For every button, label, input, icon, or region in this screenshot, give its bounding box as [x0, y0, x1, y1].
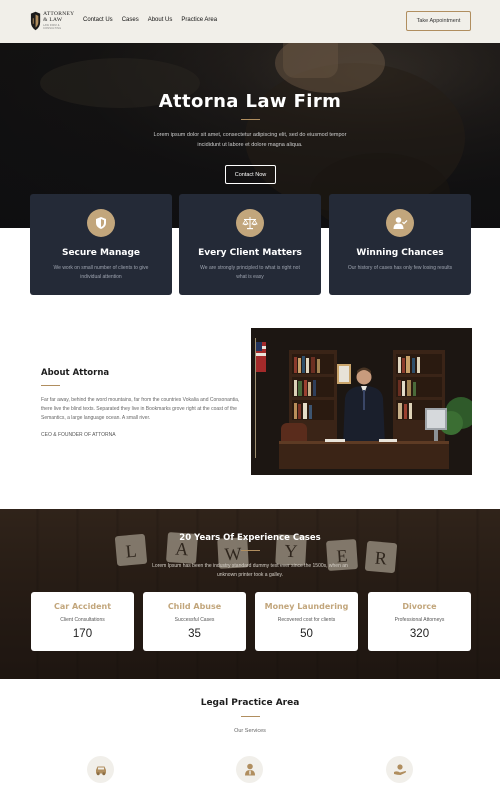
feature-title: Winning Chances: [356, 248, 444, 258]
main-nav: Contact Us Cases About Us Practice Area: [83, 17, 217, 23]
stats-description: Lorem Ipsum has been the industry standa…: [152, 563, 348, 578]
car-accident-icon[interactable]: [87, 756, 114, 783]
site-logo[interactable]: ATTORNEY & LAW LAW FIRM & CONSULTING: [30, 9, 76, 33]
stat-title: Money Laundering: [264, 602, 349, 611]
about-signature: CEO & FOUNDER OF ATTORNA: [41, 432, 116, 438]
stat-label: Recovered cost for clients: [277, 617, 336, 623]
stat-title: Car Accident: [53, 602, 112, 611]
stats-divider: [241, 550, 260, 551]
practice-title: Legal Practice Area: [200, 698, 300, 708]
nav-link-practice-area[interactable]: Practice Area: [181, 17, 217, 23]
stat-title: Child Abuse: [167, 602, 222, 611]
stat-label: Professional Attorneys: [394, 617, 445, 623]
feature-title: Secure Manage: [61, 248, 141, 258]
feature-text: We are strongly principled to what is ri…: [200, 265, 300, 280]
hero-title: Attorna Law Firm: [158, 91, 342, 112]
logo-tagline: LAW FIRM & CONSULTING: [43, 24, 62, 30]
take-appointment-button[interactable]: Take Appointment: [406, 11, 471, 31]
stats-section: L A W Y E R 20 Years Of Experience Cases…: [0, 509, 500, 679]
practice-divider: [241, 716, 260, 717]
contact-now-button[interactable]: Contact Now: [225, 165, 276, 184]
stats-title: 20 Years Of Experience Cases: [179, 533, 321, 543]
stat-label: Client Consultations: [60, 617, 105, 623]
stat-value: 50: [300, 628, 313, 640]
hero-description: Lorem ipsum dolor sit amet, consectetur …: [153, 132, 347, 148]
feature-card-every-client-matters: Every Client Matters We are strongly pri…: [179, 194, 321, 295]
about-divider: [41, 385, 60, 386]
hero-divider: [241, 119, 260, 120]
scales-icon: [236, 209, 264, 237]
nav-link-cases[interactable]: Cases: [122, 17, 139, 23]
stat-value: 170: [72, 628, 93, 640]
feature-card-winning-chances: Winning Chances Our history of cases has…: [329, 194, 471, 295]
stat-value: 35: [188, 628, 201, 640]
about-title: About Attorna: [41, 368, 110, 378]
stat-card-child-abuse: Child Abuse Successful Cases 35: [143, 592, 246, 651]
feature-text: We work on small number of clients to gi…: [53, 265, 149, 280]
stat-card-money-laundering: Money Laundering Recovered cost for clie…: [255, 592, 358, 651]
about-text: Far far away, behind the word mountains,…: [41, 397, 240, 421]
nav-link-contact-us[interactable]: Contact Us: [83, 17, 113, 23]
hand-money-icon[interactable]: [386, 756, 413, 783]
lawyer-office-photo: [251, 328, 472, 475]
stat-card-car-accident: Car Accident Client Consultations 170: [31, 592, 134, 651]
feature-text: Our history of cases has only few losing…: [347, 265, 453, 271]
feature-card-secure-manage: Secure Manage We work on small number of…: [30, 194, 172, 295]
stat-title: Divorce: [402, 602, 437, 611]
feature-title: Every Client Matters: [198, 248, 302, 258]
practice-subtitle: Our Services: [234, 728, 266, 734]
logo-text-line2: & LAW: [43, 16, 63, 23]
shield-icon: [87, 209, 115, 237]
law-shield-logo-icon: [30, 11, 41, 31]
site-header: ATTORNEY & LAW LAW FIRM & CONSULTING Con…: [0, 0, 500, 43]
nav-link-about-us[interactable]: About Us: [148, 17, 173, 23]
stat-label: Successful Cases: [174, 617, 215, 623]
stat-value: 320: [409, 628, 430, 640]
family-user-icon[interactable]: [236, 756, 263, 783]
stat-card-divorce: Divorce Professional Attorneys 320: [368, 592, 471, 651]
feature-cards: Secure Manage We work on small number of…: [30, 194, 472, 295]
user-check-icon: [386, 209, 414, 237]
